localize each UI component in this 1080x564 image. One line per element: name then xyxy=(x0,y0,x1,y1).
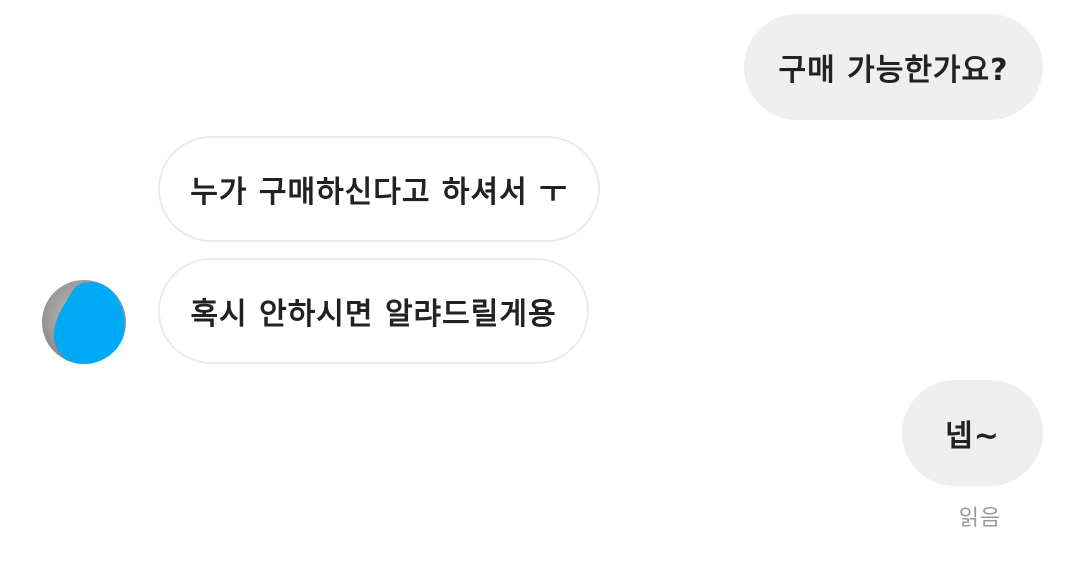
sender-avatar[interactable] xyxy=(42,280,126,364)
sent-message-bubble[interactable]: 구매 가능한가요? xyxy=(744,14,1043,120)
received-message-bubble[interactable]: 누가 구매하신다고 하셔서 ㅜ xyxy=(158,136,600,242)
avatar-redaction-mark xyxy=(53,282,125,364)
read-receipt-label: 읽음 xyxy=(958,506,1002,531)
received-message-bubble[interactable]: 혹시 안하시면 알랴드릴게용 xyxy=(158,258,589,364)
sent-message-bubble[interactable]: 넵~ xyxy=(902,380,1043,486)
